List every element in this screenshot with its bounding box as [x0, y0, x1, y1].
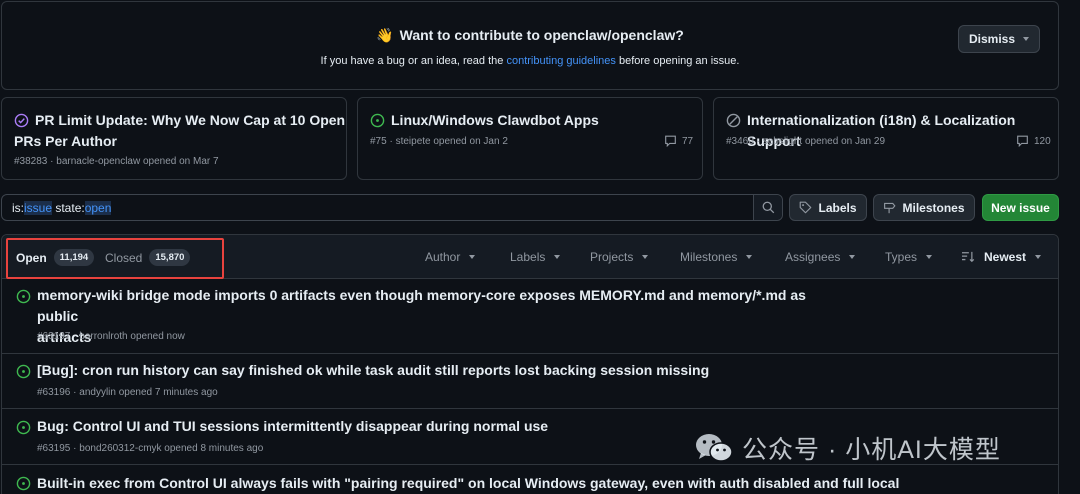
issue-title[interactable]: [Bug]: cron run history can say finished… — [37, 360, 837, 381]
banner-subtitle: If you have a bug or an idea, read the c… — [320, 55, 740, 67]
chevron-down-icon — [642, 255, 649, 259]
tag-icon — [800, 201, 812, 214]
chevron-down-icon — [1035, 255, 1042, 259]
milestones-filter[interactable]: Milestones — [680, 250, 753, 264]
comment-count[interactable]: 77 — [664, 135, 693, 147]
chevron-down-icon — [469, 255, 476, 259]
assignees-filter[interactable]: Assignees — [785, 250, 856, 264]
wechat-logo-icon — [696, 434, 733, 462]
search-button[interactable] — [753, 195, 782, 220]
comment-count[interactable]: 120 — [1016, 135, 1051, 147]
issue-closed-not-planned-icon — [726, 113, 741, 128]
dismiss-button[interactable]: Dismiss — [958, 25, 1040, 53]
search-icon — [762, 201, 774, 214]
banner-title: 👋 Want to contribute to openclaw/openclaw… — [376, 27, 684, 43]
issue-meta: #63196 · andyylin opened 7 minutes ago — [37, 387, 218, 398]
issue-meta: #63197 · barronlroth opened now — [37, 331, 185, 342]
issue-row[interactable]: Built-in exec from Control UI always fai… — [2, 465, 1058, 494]
waving-hand-icon: 👋 — [376, 27, 394, 43]
issue-open-icon — [16, 420, 31, 435]
issue-open-icon — [16, 476, 31, 491]
watermark: 公众号 · 小机AI大模型 — [694, 430, 1001, 466]
comment-icon — [665, 135, 676, 147]
comment-icon — [1017, 135, 1028, 147]
issue-row[interactable]: [Bug]: cron run history can say finished… — [2, 354, 1058, 409]
issue-open-icon — [370, 113, 385, 128]
sort-icon — [962, 251, 975, 263]
milestone-icon — [884, 202, 897, 214]
issue-open-icon — [16, 289, 31, 304]
chevron-down-icon — [1023, 37, 1030, 41]
issue-row[interactable]: memory-wiki bridge mode imports 0 artifa… — [2, 279, 1058, 354]
chevron-down-icon — [554, 255, 561, 259]
pinned-issue-card[interactable]: PR Limit Update: Why We Now Cap at 10 Op… — [1, 97, 347, 180]
contributing-guidelines-link[interactable]: contributing guidelines — [506, 55, 615, 67]
chevron-down-icon — [746, 255, 753, 259]
pinned-issue-meta: #3460 · sebslight opened on Jan 29 — [726, 136, 886, 147]
issue-search-input[interactable]: is:issue state:open — [1, 194, 783, 221]
labels-filter[interactable]: Labels — [510, 250, 561, 264]
pinned-issue-meta: #75 · steipete opened on Jan 2 — [370, 136, 508, 147]
pinned-issue-meta: #38283 · barnacle-openclaw opened on Mar… — [14, 156, 219, 167]
pinned-issue-title[interactable]: Linux/Windows Clawdbot Apps — [391, 110, 599, 131]
issue-open-icon — [16, 364, 31, 379]
pinned-issue-title-cont[interactable]: PRs Per Author — [14, 131, 345, 152]
issue-title[interactable]: Built-in exec from Control UI always fai… — [37, 473, 937, 494]
search-query: is:issue state:open — [12, 201, 112, 215]
highlight-box — [6, 238, 224, 279]
issue-meta: #63195 · bond260312-cmyk opened 8 minute… — [37, 443, 264, 454]
issue-closed-completed-icon — [14, 113, 29, 128]
projects-filter[interactable]: Projects — [590, 250, 649, 264]
author-filter[interactable]: Author — [425, 250, 476, 264]
pinned-issue-title[interactable]: PR Limit Update: Why We Now Cap at 10 Op… — [35, 110, 345, 131]
pinned-issue-card[interactable]: Internationalization (i18n) & Localizati… — [713, 97, 1059, 180]
types-filter[interactable]: Types — [885, 250, 933, 264]
chevron-down-icon — [926, 255, 933, 259]
sort-dropdown[interactable]: Newest — [961, 250, 1042, 264]
labels-button[interactable]: Labels — [789, 194, 867, 221]
milestones-button[interactable]: Milestones — [873, 194, 975, 221]
chevron-down-icon — [849, 255, 856, 259]
issue-list-header: Open 11,194 Closed 15,870 Author Labels … — [2, 235, 1058, 279]
pinned-issue-card[interactable]: Linux/Windows Clawdbot Apps #75 · steipe… — [357, 97, 703, 180]
contribute-banner: 👋 Want to contribute to openclaw/openclaw… — [1, 1, 1059, 90]
new-issue-button[interactable]: New issue — [982, 194, 1059, 221]
